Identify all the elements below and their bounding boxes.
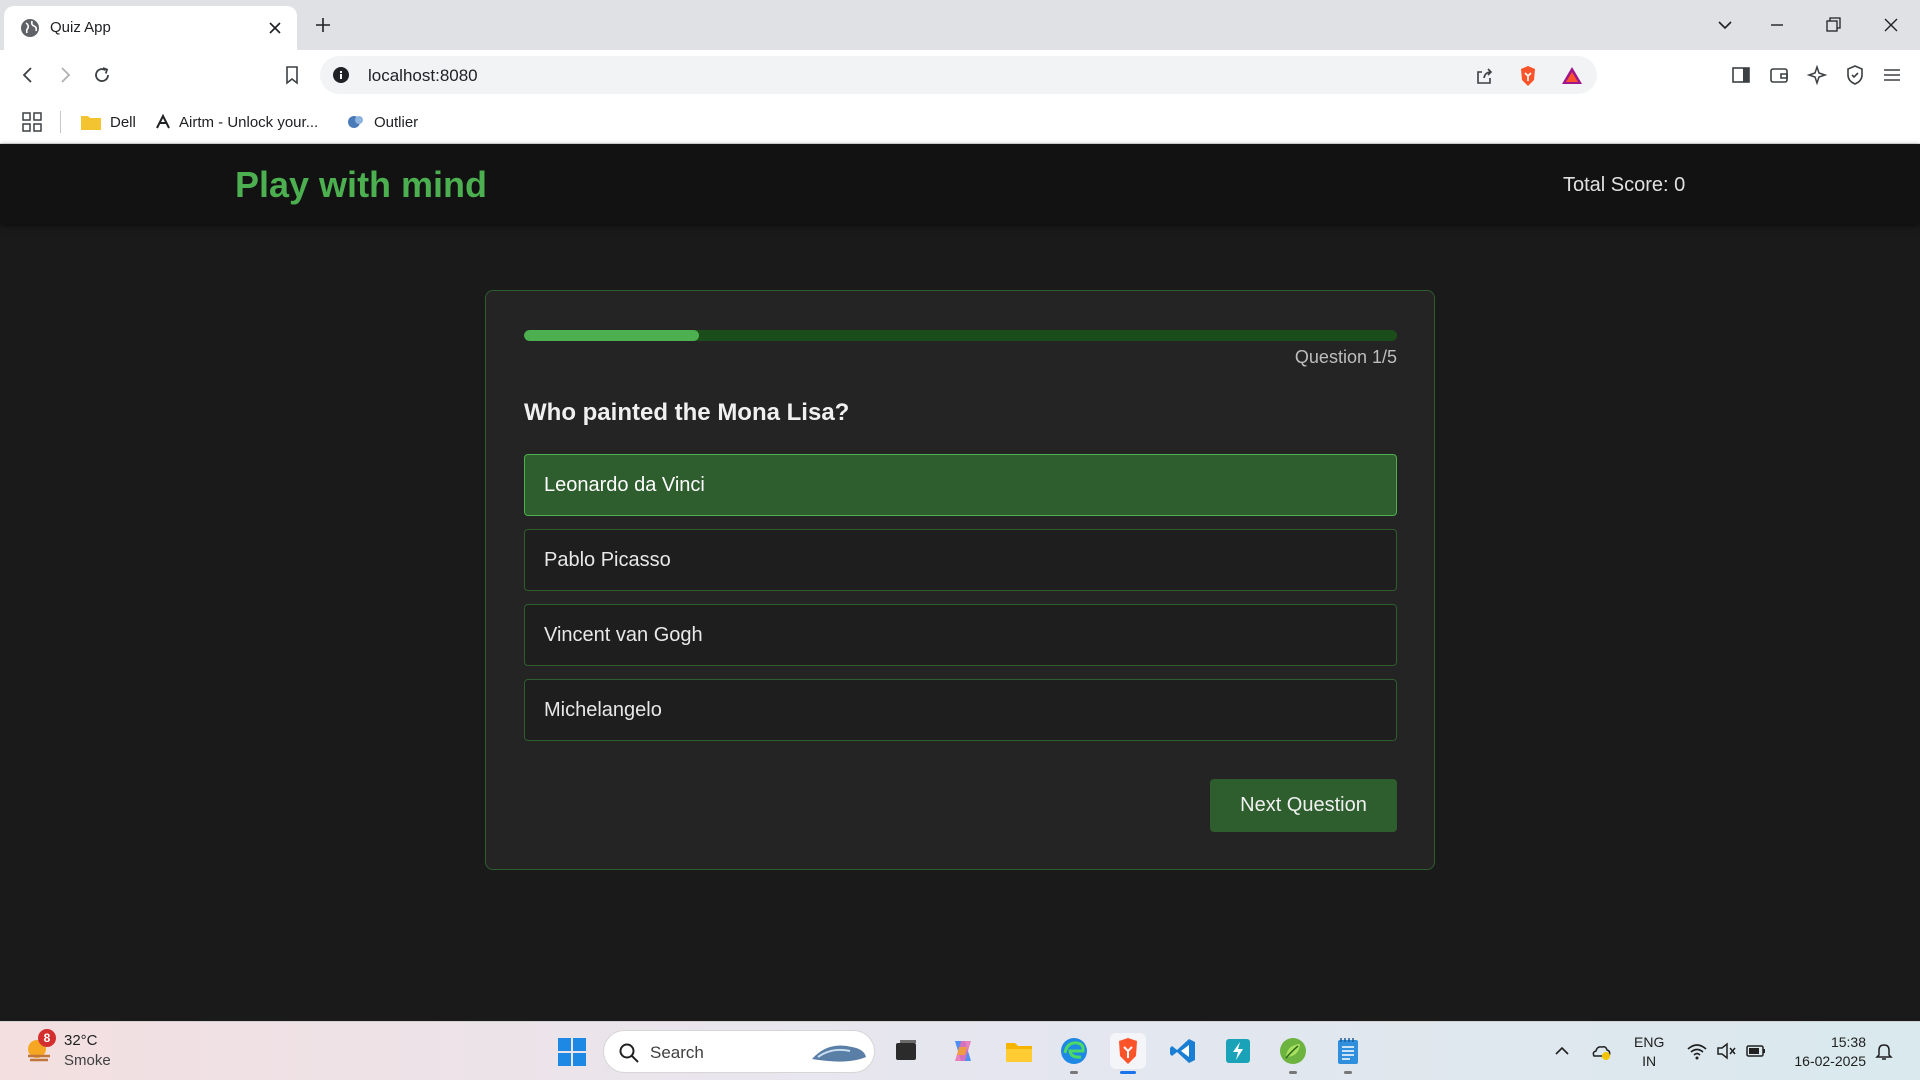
clock-time: 15:38 <box>1830 1034 1866 1050</box>
reload-icon[interactable] <box>90 63 114 87</box>
edge-icon <box>1061 1038 1087 1064</box>
address-bar[interactable]: localhost:8080 <box>320 56 1597 94</box>
share-icon[interactable] <box>1472 64 1496 88</box>
progress-bar <box>524 330 1397 341</box>
answer-option[interactable]: Leonardo da Vinci <box>524 454 1397 516</box>
option-label: Michelangelo <box>544 698 662 721</box>
bookmark-label: Dell <box>110 113 136 131</box>
weather-description: Smoke <box>64 1052 111 1069</box>
new-tab-icon[interactable] <box>312 14 334 36</box>
volume-muted-icon[interactable] <box>1715 1040 1737 1062</box>
taskbar: 8 32°C Smoke Search ENG IN 15:38 16-02-2… <box>0 1021 1920 1080</box>
bookmark-outlier[interactable]: Outlier <box>346 111 418 133</box>
search-icon <box>619 1043 639 1063</box>
power-automate-icon <box>1226 1039 1250 1063</box>
task-view-icon <box>896 1040 916 1060</box>
file-explorer-app[interactable] <box>1001 1033 1037 1069</box>
onedrive-icon[interactable] <box>1590 1040 1612 1062</box>
notepad-app[interactable] <box>1330 1033 1366 1074</box>
windows-start-icon[interactable] <box>556 1036 588 1068</box>
option-label: Leonardo da Vinci <box>544 473 705 496</box>
brave-rewards-icon[interactable] <box>1560 64 1584 88</box>
language-indicator[interactable]: ENG IN <box>1634 1033 1664 1071</box>
wallet-icon[interactable] <box>1767 63 1791 87</box>
app-header: Play with mind Total Score: 0 <box>0 144 1920 224</box>
bookmark-label: Airtm - Unlock your... <box>179 113 319 131</box>
tab-title: Quiz App <box>50 19 111 36</box>
outlier-logo-icon <box>348 116 363 128</box>
spring-leaf-icon <box>1280 1038 1306 1064</box>
airtm-logo-icon <box>156 114 170 129</box>
vpn-icon[interactable] <box>1843 63 1867 87</box>
bookmarks-separator <box>60 111 61 133</box>
copilot-icon <box>955 1041 971 1061</box>
folder-icon <box>1006 1043 1032 1062</box>
wifi-icon[interactable] <box>1686 1040 1708 1062</box>
tab-strip: Quiz App <box>0 0 1920 50</box>
bookmark-dell[interactable]: Dell <box>80 111 136 133</box>
notifications-bell-icon[interactable] <box>1873 1040 1895 1062</box>
quiz-app: Play with mind Total Score: 0 Question 1… <box>0 144 1920 1021</box>
notepad-icon <box>1338 1038 1358 1064</box>
brave-shields-icon[interactable] <box>1516 64 1540 88</box>
forward-icon[interactable] <box>53 63 77 87</box>
question-counter: Question 1/5 <box>1294 347 1397 367</box>
bookmark-icon[interactable] <box>280 63 304 87</box>
brave-icon <box>1119 1038 1137 1064</box>
bookmarks-bar: Dell Airtm - Unlock your... Outlier <box>0 100 1920 144</box>
power-automate-app[interactable] <box>1220 1033 1256 1069</box>
menu-icon[interactable] <box>1880 63 1904 87</box>
answer-option[interactable]: Vincent van Gogh <box>524 604 1397 666</box>
progress-fill <box>524 330 699 341</box>
taskbar-search[interactable]: Search <box>603 1030 875 1073</box>
spring-tools-app[interactable] <box>1275 1033 1311 1074</box>
folder-icon <box>81 116 101 130</box>
vscode-icon <box>1170 1039 1195 1063</box>
site-info-icon[interactable] <box>332 66 350 84</box>
clock[interactable]: 15:38 16-02-2025 <box>1794 1033 1866 1071</box>
battery-icon[interactable] <box>1745 1040 1767 1062</box>
option-label: Vincent van Gogh <box>544 623 703 646</box>
bookmark-airtm[interactable]: Airtm - Unlock your... <box>155 111 318 133</box>
edge-app[interactable] <box>1056 1033 1092 1074</box>
browser-tab[interactable]: Quiz App <box>4 6 297 50</box>
running-indicator <box>1344 1071 1352 1074</box>
close-window-icon[interactable] <box>1880 14 1902 36</box>
search-label: Search <box>650 1043 704 1062</box>
next-question-button[interactable]: Next Question <box>1210 779 1397 832</box>
weather-temperature: 32°C <box>64 1032 98 1049</box>
running-indicator <box>1289 1071 1297 1074</box>
region-code: IN <box>1642 1053 1657 1069</box>
task-view-app[interactable] <box>888 1033 924 1069</box>
apps-grid-icon[interactable] <box>21 111 43 133</box>
question-text: Who painted the Mona Lisa? <box>524 399 850 426</box>
copilot-app[interactable] <box>945 1033 981 1069</box>
quiz-card: Question 1/5 Who painted the Mona Lisa? … <box>485 290 1435 870</box>
clock-date: 16-02-2025 <box>1794 1053 1866 1069</box>
language-code: ENG <box>1634 1034 1665 1050</box>
minimize-icon[interactable] <box>1766 14 1788 36</box>
answer-option[interactable]: Michelangelo <box>524 679 1397 741</box>
globe-icon <box>21 19 39 37</box>
leo-ai-icon[interactable] <box>1805 63 1829 87</box>
weather-badge: 8 <box>38 1029 56 1047</box>
answer-option[interactable]: Pablo Picasso <box>524 529 1397 591</box>
sidebar-icon[interactable] <box>1729 63 1753 87</box>
brave-app[interactable] <box>1110 1033 1146 1074</box>
restore-icon[interactable] <box>1822 14 1844 36</box>
show-hidden-icons-icon[interactable] <box>1551 1040 1573 1062</box>
tab-search-chevron-icon[interactable] <box>1714 14 1736 36</box>
running-indicator <box>1070 1071 1078 1074</box>
url-text: localhost:8080 <box>368 66 478 85</box>
browser-toolbar: localhost:8080 <box>0 50 1920 100</box>
search-highlight-icon <box>812 1045 866 1062</box>
total-score: Total Score: 0 <box>1563 174 1686 196</box>
active-indicator <box>1120 1071 1136 1074</box>
option-label: Pablo Picasso <box>544 548 671 571</box>
vscode-app[interactable] <box>1165 1033 1201 1069</box>
bookmark-label: Outlier <box>374 113 419 131</box>
back-icon[interactable] <box>16 63 40 87</box>
app-title: Play with mind <box>235 164 488 205</box>
close-tab-icon[interactable] <box>265 18 285 38</box>
